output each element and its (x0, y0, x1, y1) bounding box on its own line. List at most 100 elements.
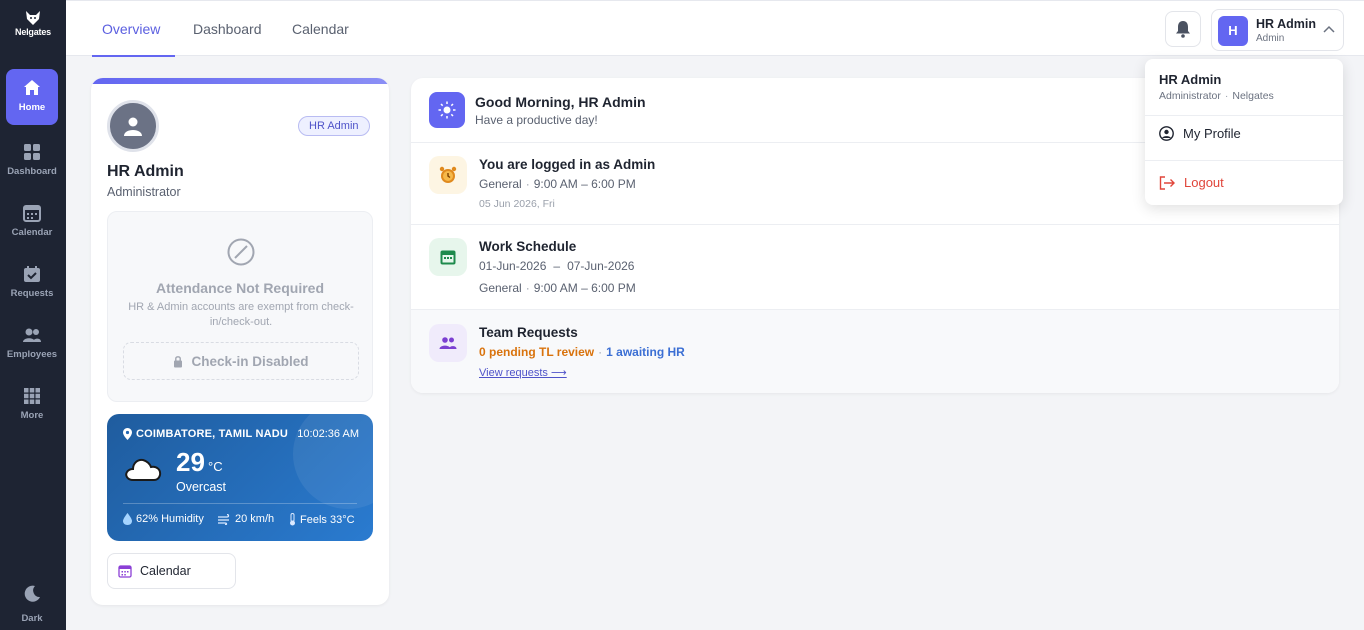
team-requests-title: Team Requests (479, 325, 578, 340)
wolf-logo-icon (26, 11, 40, 25)
schedule-icon-box (429, 238, 467, 276)
tab-dashboard[interactable]: Dashboard (193, 1, 262, 56)
sidebar-item-dashboard[interactable]: Dashboard (6, 133, 58, 189)
user-role: Admin (1256, 33, 1285, 44)
login-hours: 9:00 AM – 6:00 PM (533, 177, 636, 191)
dropdown-user-title: Administrator (1159, 90, 1221, 102)
user-dropdown-menu: HR Admin Administrator · Nelgates My Profi… (1145, 59, 1343, 205)
greeting-subtitle: Have a productive day! (475, 113, 598, 127)
sidebar-item-more[interactable]: More (6, 377, 58, 433)
sidebar-item-label: Calendar (11, 227, 53, 238)
schedule-shift: General (479, 281, 522, 295)
greeting-icon-box (429, 92, 465, 128)
card-accent-strip (91, 78, 389, 84)
not-allowed-icon (227, 238, 255, 266)
profile-avatar (107, 100, 159, 152)
sidebar-item-label: More (20, 410, 44, 421)
login-icon-box (429, 156, 467, 194)
sidebar-item-label: Employees (6, 349, 58, 360)
logout-label: Logout (1184, 175, 1224, 190)
calendar-icon (440, 250, 456, 265)
lock-icon (174, 355, 183, 367)
location-pin-icon (123, 428, 132, 440)
greeting-title: Good Morning, HR Admin (475, 94, 646, 110)
sidebar-item-calendar[interactable]: Calendar (6, 194, 58, 250)
moon-icon (24, 585, 40, 602)
my-profile-menu-item[interactable]: My Profile (1159, 126, 1241, 141)
user-circle-icon (1159, 126, 1174, 141)
checkin-disabled-button[interactable]: Check-in Disabled (123, 342, 359, 380)
grid-icon (24, 144, 40, 160)
weather-feels: Feels 33°C (289, 513, 355, 526)
divider (1145, 160, 1343, 161)
dropdown-user-name: HR Admin (1159, 72, 1222, 87)
calendar-button[interactable]: Calendar (107, 553, 236, 589)
weather-divider (123, 503, 357, 504)
wind-icon (218, 513, 230, 525)
pending-count: 0 pending TL review (479, 345, 595, 359)
apps-icon (24, 388, 40, 404)
dropdown-org: Nelgates (1232, 90, 1274, 102)
weather-location: COIMBATORE, TAMIL NADU (123, 428, 288, 440)
weather-condition: Overcast (176, 480, 227, 494)
attendance-box: Attendance Not Required HR & Admin accou… (107, 211, 373, 402)
brand-logo[interactable]: Nelgates (6, 10, 60, 44)
schedule-start: 01-Jun-2026 (479, 259, 547, 273)
team-icon (439, 337, 457, 349)
team-requests-status: 0 pending TL review · 1 awaiting HR (479, 345, 685, 359)
user-menu-button[interactable]: H HR Admin Admin (1211, 9, 1344, 51)
profile-name: HR Admin (107, 163, 184, 180)
tab-calendar[interactable]: Calendar (292, 1, 349, 56)
login-date: 05 Jun 2026, Fri (479, 198, 555, 210)
weather-widget: COIMBATORE, TAMIL NADU 10:02:36 AM 29 °C… (107, 414, 373, 541)
sidebar-item-employees[interactable]: Employees (6, 316, 58, 372)
sidebar: Nelgates Home Dashboard Calendar Request… (0, 0, 66, 630)
thermometer-icon (290, 513, 295, 526)
sidebar-item-label: Requests (10, 288, 54, 299)
brand-name: Nelgates (15, 27, 51, 37)
dark-mode-label: Dark (21, 613, 43, 624)
requests-icon (24, 266, 40, 282)
logout-icon (1159, 175, 1175, 190)
calendar-icon (23, 205, 41, 222)
my-profile-label: My Profile (1183, 126, 1241, 141)
profile-title: Administrator (107, 185, 181, 199)
sidebar-item-label: Home (18, 102, 46, 113)
login-shift: General (479, 177, 522, 191)
sidebar-item-requests[interactable]: Requests (6, 255, 58, 311)
weather-temperature: 29 (176, 447, 205, 477)
attendance-title: Attendance Not Required (155, 280, 324, 296)
droplet-icon (123, 513, 132, 525)
schedule-range: 01-Jun-2026–07-Jun-2026 (479, 259, 635, 273)
cloud-icon (125, 458, 162, 481)
tab-overview[interactable]: Overview (91, 1, 176, 57)
sidebar-item-home[interactable]: Home (6, 69, 58, 125)
login-title: You are logged in as Admin (479, 157, 656, 172)
logout-menu-item[interactable]: Logout (1159, 175, 1224, 190)
user-silhouette-icon (124, 117, 142, 136)
schedule-hours: 9:00 AM – 6:00 PM (533, 281, 636, 295)
schedule-title: Work Schedule (479, 239, 577, 254)
top-bar: Overview Dashboard Calendar H HR Admin A… (66, 0, 1364, 57)
alarm-clock-icon (439, 166, 457, 183)
dropdown-user-meta: Administrator · Nelgates (1159, 90, 1274, 102)
calendar-icon (118, 565, 132, 578)
sidebar-item-label: Dashboard (7, 166, 57, 177)
calendar-button-label: Calendar (140, 564, 191, 578)
wind-value: 20 km/h (235, 513, 275, 525)
checkin-label: Check-in Disabled (191, 353, 309, 369)
attendance-description: HR & Admin accounts are exempt from chec… (128, 301, 354, 328)
awaiting-count: 1 awaiting HR (606, 345, 685, 359)
weather-unit: °C (208, 459, 223, 474)
chevron-up-icon (1323, 25, 1335, 33)
humidity-value: 62% Humidity (136, 513, 204, 525)
divider (411, 224, 1339, 225)
login-shift-line: General · 9:00 AM – 6:00 PM (479, 177, 636, 191)
avatar: H (1218, 16, 1248, 46)
notifications-button[interactable] (1165, 11, 1201, 47)
home-icon (24, 80, 40, 95)
schedule-end: 07-Jun-2026 (567, 259, 635, 273)
view-requests-link[interactable]: View requests ⟶ (479, 366, 567, 379)
dark-mode-toggle[interactable]: Dark (6, 580, 58, 624)
bell-icon (1176, 21, 1190, 38)
